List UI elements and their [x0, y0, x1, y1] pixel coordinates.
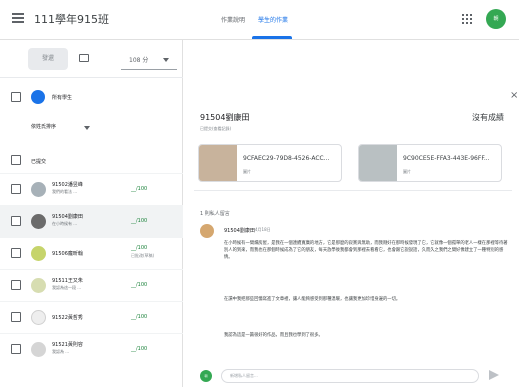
- row-checkbox[interactable]: [11, 280, 21, 290]
- row-checkbox[interactable]: [11, 344, 21, 354]
- attachment-thumbnail: [199, 145, 237, 181]
- list-toolbar: 發還 108 分: [0, 40, 183, 78]
- attachment-card[interactable]: 9CFAEC29-79D8-4526-ACC... 圖片: [198, 144, 342, 182]
- comment-paragraph: 在讀中我把那些回憶寫進了文章裡，讓人能夠感受到那種溫暖，也讓我更加珍惜身邊的一切…: [224, 297, 401, 302]
- submission-status-link[interactable]: 已提交(查看記錄): [200, 126, 231, 132]
- student-row[interactable]: 91521黃則容 我認為 ... __/100: [0, 333, 183, 365]
- student-avatar: [31, 214, 46, 229]
- student-score: __/100: [131, 245, 148, 251]
- attachment-thumbnail: [359, 145, 397, 181]
- page-title: 111學年915班: [34, 13, 109, 26]
- student-avatar: [31, 278, 46, 293]
- commenter-avatar: [200, 224, 214, 238]
- submission-panel: × 91504劉康田 已提交(查看記錄) 沒有成績 9CFAEC29-79D8-…: [184, 40, 519, 387]
- student-preview: 我認為這一段 ...: [52, 285, 82, 290]
- submitted-checkbox[interactable]: [11, 155, 21, 165]
- student-score: __/100: [131, 346, 148, 352]
- attachment-filename: 9C90CE5E-FFA3-443E-96FF...: [403, 155, 490, 162]
- attachment-type: 圖片: [243, 169, 251, 174]
- sort-chevron-icon[interactable]: [84, 126, 90, 130]
- row-checkbox[interactable]: [11, 184, 21, 194]
- active-tab-indicator: [252, 36, 292, 39]
- student-preview: 我們的看法 ...: [52, 189, 78, 194]
- attachment-type: 圖片: [403, 169, 411, 174]
- private-comment-input[interactable]: 新增私人留言...: [221, 369, 479, 383]
- grade-status: 沒有成績: [472, 113, 504, 122]
- points-select-value: 108 分: [129, 57, 149, 64]
- close-icon[interactable]: ×: [510, 90, 518, 101]
- student-name: 91522黃哲秀: [52, 315, 83, 321]
- select-all-checkbox[interactable]: [11, 92, 21, 102]
- student-avatar: [31, 310, 46, 325]
- student-name: 91504劉康田: [52, 214, 83, 220]
- row-checkbox[interactable]: [11, 312, 21, 322]
- student-name-heading: 91504劉康田: [200, 113, 250, 122]
- comment-paragraph: 在小時候有一間爛房屋，是我在一個連續寬廣的地方，它是那麼的寂寞與無助，而我剛好在…: [224, 241, 508, 261]
- sort-dropdown[interactable]: 依姓氏排序: [31, 123, 56, 130]
- attachment-filename: 9CFAEC29-79D8-4526-ACC...: [243, 155, 330, 162]
- tab-instructions[interactable]: 作業說明: [221, 15, 245, 24]
- student-preview: 在小時候有 ...: [52, 221, 78, 226]
- menu-icon[interactable]: [12, 13, 24, 23]
- my-avatar: 朝: [200, 370, 212, 382]
- comment-date: 4月18日: [255, 227, 271, 232]
- divider: [194, 190, 512, 191]
- student-row-selected[interactable]: 91504劉康田 在小時候有 ... __/100: [0, 205, 183, 237]
- tab-student-work[interactable]: 學生的作業: [258, 15, 288, 24]
- student-name: 91502潘昱峰: [52, 182, 83, 188]
- private-comment-count: 1 則私人留言: [200, 211, 230, 217]
- student-preview: 我認為 ...: [52, 349, 70, 354]
- top-bar: 111學年915班 作業說明 學生的作業 朝: [0, 0, 519, 40]
- student-name: 91506龐昕翰: [52, 251, 83, 257]
- student-row[interactable]: 91506龐昕翰 __/100 已批改(草稿): [0, 237, 183, 269]
- avatar[interactable]: 朝: [486, 9, 506, 29]
- student-score: __/100: [131, 282, 148, 288]
- student-score: __/100: [131, 314, 148, 320]
- return-button[interactable]: 發還: [28, 48, 68, 70]
- student-score: __/100: [131, 186, 148, 192]
- attachment-card[interactable]: 9C90CE5E-FFA3-443E-96FF... 圖片: [358, 144, 502, 182]
- mail-icon[interactable]: [79, 54, 89, 62]
- people-icon: [31, 90, 45, 104]
- apps-grid-icon[interactable]: [462, 14, 472, 24]
- student-name: 91511王又朱: [52, 278, 83, 284]
- row-checkbox[interactable]: [11, 248, 21, 258]
- student-avatar: [31, 246, 46, 261]
- student-name: 91521黃則容: [52, 342, 83, 348]
- comment-paragraph: 我認為這是一篇很好的作品，而且我也學到了很多。: [224, 333, 323, 338]
- student-row[interactable]: 91511王又朱 我認為這一段 ... __/100: [0, 269, 183, 301]
- student-score: __/100: [131, 218, 148, 224]
- student-row[interactable]: 91522黃哲秀 __/100: [0, 301, 183, 333]
- points-select[interactable]: 108 分: [121, 48, 177, 70]
- chevron-down-icon: [163, 58, 169, 62]
- all-students-label: 所有學生: [52, 95, 73, 101]
- score-note: 已批改(草稿): [131, 253, 155, 258]
- row-checkbox[interactable]: [11, 216, 21, 226]
- student-row[interactable]: 91502潘昱峰 我們的看法 ... __/100: [0, 173, 183, 205]
- comment-composer: 朝 新增私人留言...: [194, 366, 512, 386]
- send-icon[interactable]: [489, 370, 499, 380]
- comment-author: 91504劉康田: [224, 228, 255, 234]
- student-avatar: [31, 182, 46, 197]
- student-avatar: [31, 342, 46, 357]
- submitted-heading: 已提交: [31, 159, 47, 165]
- student-list-panel: 發還 108 分 所有學生 依姓氏排序 已提交 91502潘昱峰 我們的看法 .…: [0, 40, 183, 387]
